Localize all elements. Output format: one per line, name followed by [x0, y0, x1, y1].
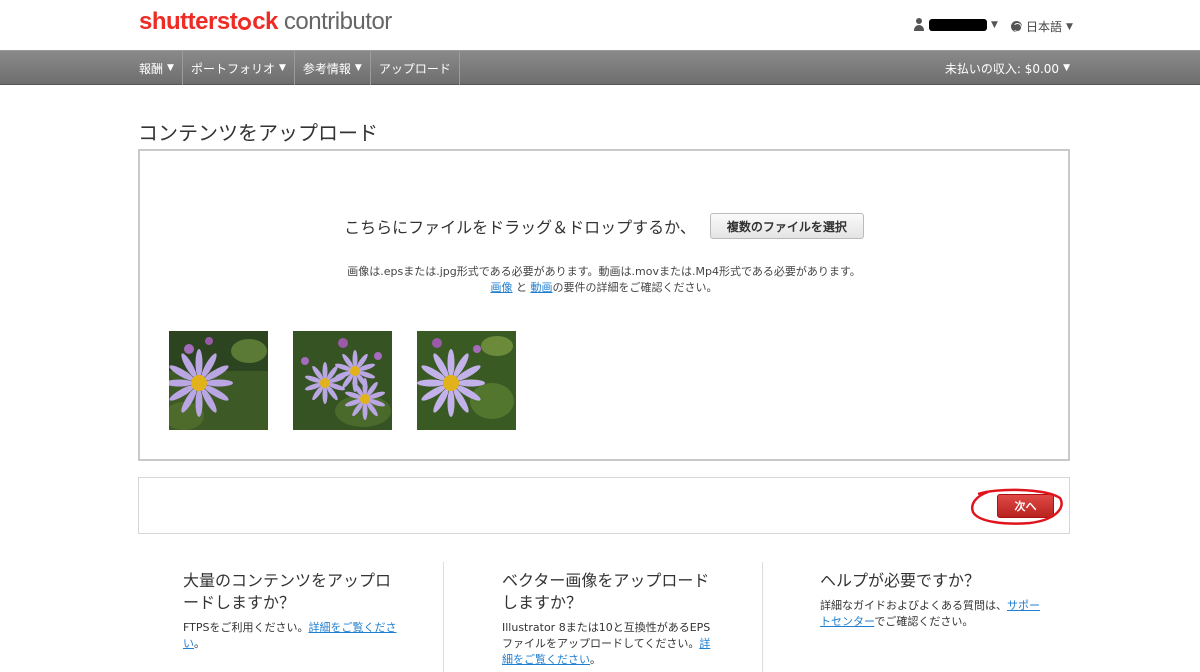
info-bulk-upload-title: 大量のコンテンツをアップロードしますか？ — [183, 571, 392, 612]
info-vector-upload: ベクター画像をアップロードしますか？ Illustrator 8または10と互換… — [502, 570, 712, 668]
logo-sub: contributor — [283, 8, 392, 35]
language-menu[interactable]: 日本語 ▼ — [1011, 18, 1073, 35]
top-header: shutterst ck contributor ▼ 日本語 ▼ — [0, 0, 1200, 50]
nav-item-label: ポートフォリオ — [190, 61, 275, 76]
unpaid-earnings-label: 未払いの収入: $0.00 — [944, 61, 1060, 76]
logo-brand: shutterst ck — [139, 8, 278, 35]
globe-icon — [1011, 21, 1022, 32]
info-help: ヘルプが必要ですか？ 詳細なガイドおよびよくある質問は、サポートセンターでご確認… — [820, 570, 1050, 630]
requirements-links: 画像 と 動画の要件の詳細をご確認ください。 — [140, 279, 1068, 295]
nav-item-label: 報酬 — [139, 61, 164, 76]
column-divider — [443, 562, 444, 672]
info-vector-upload-title: ベクター画像をアップロードしますか？ — [502, 571, 710, 612]
chevron-down-icon: ▼ — [354, 63, 362, 73]
chevron-down-icon: ▼ — [991, 19, 998, 30]
language-label: 日本語 — [1026, 20, 1063, 34]
nav-item-resources[interactable]: 参考情報 ▼ — [295, 51, 371, 85]
info-vector-upload-text: Illustrator 8または10と互換性があるEPSファイルをアップロードし… — [502, 621, 711, 666]
user-menu[interactable]: ▼ — [913, 18, 998, 31]
info-help-text: 詳細なガイドおよびよくある質問は、サポートセンターでご確認ください。 — [820, 599, 1040, 628]
shutterstock-logo[interactable]: shutterst ck contributor — [139, 8, 392, 36]
main-nav: 報酬 ▼ ポートフォリオ ▼ 参考情報 ▼ アップロード 未払いの収入: $0.… — [0, 50, 1200, 85]
drop-instructions: こちらにファイルをドラッグ＆ドロップするか、 — [344, 218, 696, 237]
nav-item-earnings[interactable]: 報酬 ▼ — [131, 51, 183, 85]
chevron-down-icon: ▼ — [1063, 63, 1070, 73]
requirements-suffix: の要件の詳細をご確認ください。 — [552, 281, 718, 294]
thumbnail-flower-2[interactable] — [293, 331, 392, 430]
username-redacted — [929, 18, 987, 31]
thumbnail-flower-3[interactable] — [417, 331, 516, 430]
nav-item-label: アップロード — [378, 61, 451, 76]
next-button[interactable]: 次へ — [997, 494, 1054, 518]
next-step-bar: 次へ — [138, 477, 1070, 534]
flower-photo-3 — [417, 331, 516, 430]
column-divider — [762, 562, 763, 672]
video-requirements-link[interactable]: 動画 — [531, 281, 553, 294]
page-title: コンテンツをアップロード — [138, 121, 378, 145]
info-bulk-upload-text: FTPSをご利用ください。詳細をご覧ください。 — [183, 621, 397, 650]
chevron-down-icon: ▼ — [167, 63, 174, 73]
unpaid-earnings-menu[interactable]: 未払いの収入: $0.00 ▼ — [945, 51, 1070, 85]
chevron-down-icon: ▼ — [278, 63, 286, 73]
chevron-down-icon: ▼ — [1066, 21, 1073, 32]
and-text: と — [512, 281, 531, 294]
nav-item-label: 参考情報 — [302, 61, 351, 76]
user-icon — [913, 18, 925, 31]
info-bulk-upload: 大量のコンテンツをアップロードしますか？ FTPSをご利用ください。詳細をご覧く… — [183, 570, 398, 652]
select-files-button[interactable]: 複数のファイルを選択 — [709, 213, 864, 239]
info-help-title: ヘルプが必要ですか？ — [820, 571, 981, 590]
flower-photo-1 — [169, 331, 268, 430]
image-requirements-link[interactable]: 画像 — [491, 281, 513, 294]
upload-drop-zone[interactable]: こちらにファイルをドラッグ＆ドロップするか、 複数のファイルを選択 画像は.ep… — [138, 149, 1070, 461]
file-format-requirements: 画像は.epsまたは.jpg形式である必要があります。動画は.movまたは.Mp… — [347, 265, 861, 278]
thumbnail-flower-1[interactable] — [169, 331, 268, 430]
flower-photo-2 — [293, 331, 392, 430]
nav-item-upload[interactable]: アップロード — [371, 51, 460, 85]
nav-item-portfolio[interactable]: ポートフォリオ ▼ — [183, 51, 295, 85]
